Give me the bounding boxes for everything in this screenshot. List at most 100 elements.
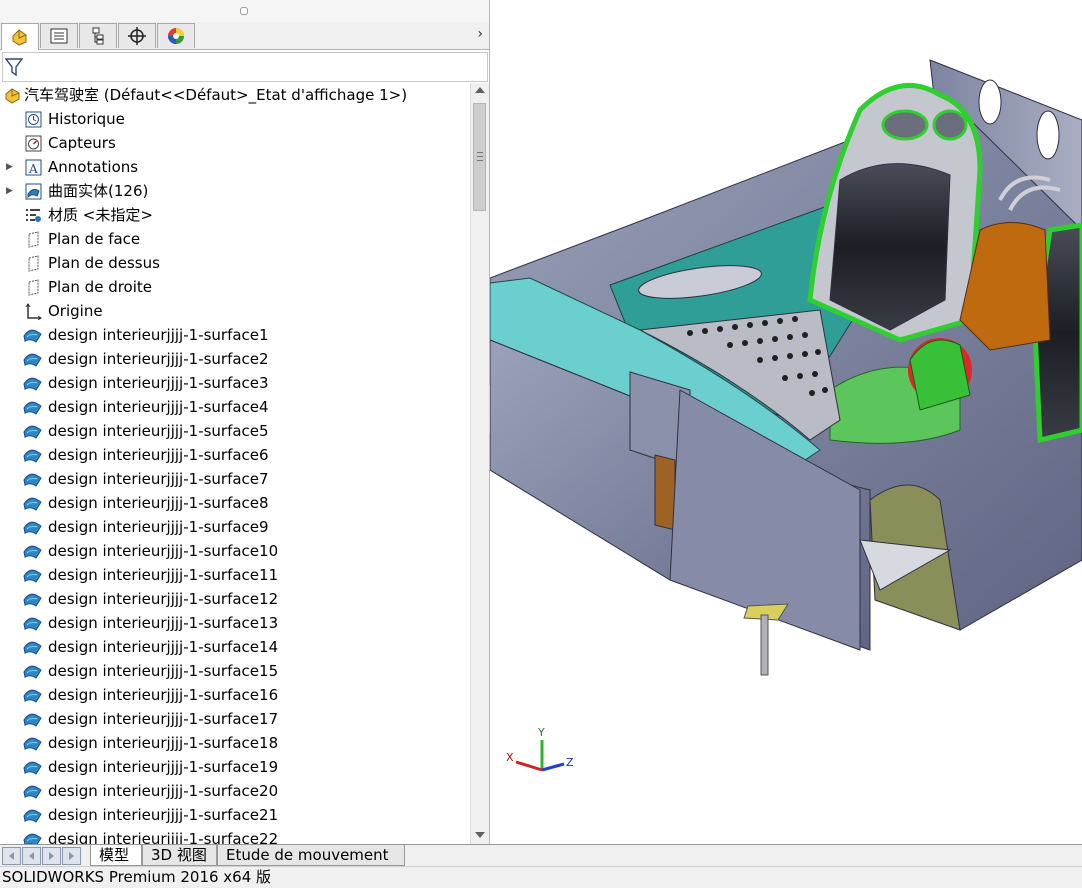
tree-item-label: Annotations	[48, 158, 139, 176]
next-tab-icon[interactable]	[42, 847, 61, 865]
surface-icon	[23, 759, 42, 776]
history-icon	[25, 111, 42, 128]
surface-icon	[23, 351, 42, 368]
surface-icon	[23, 375, 42, 392]
tree-item-label: design interieurjjjj-1-surface21	[48, 806, 279, 824]
feature-manager-icon	[12, 29, 27, 46]
cockpit-model-3d[interactable]: Y X Z	[490, 0, 1082, 844]
material-icon	[25, 207, 42, 224]
dimxpert-icon	[128, 27, 146, 45]
tab-model[interactable]: 模型	[90, 845, 142, 866]
panel-grip[interactable]	[0, 0, 489, 22]
surface-icon	[23, 807, 42, 824]
tree-item-label: Historique	[48, 110, 125, 128]
sensor-icon	[25, 135, 42, 152]
surface-icon	[23, 567, 42, 584]
tree-item-label: design interieurjjjj-1-surface11	[48, 566, 279, 584]
surface-icon	[23, 471, 42, 488]
surface-icon	[23, 831, 42, 844]
tree-item-label: design interieurjjjj-1-surface19	[48, 758, 279, 776]
surface-icon	[23, 423, 42, 440]
surface-icon	[23, 663, 42, 680]
tree-item-label: design interieurjjjj-1-surface8	[48, 494, 269, 512]
tree-item-label: 材质 <未指定>	[48, 206, 153, 224]
tree-filter-bar[interactable]	[2, 52, 488, 82]
surface-icon	[23, 591, 42, 608]
tree-item-label: design interieurjjjj-1-surface12	[48, 590, 279, 608]
surface-bodies-icon	[25, 183, 42, 200]
tree-item-label: 汽车驾驶室 (Défaut<<Défaut>_Etat d'affichage …	[24, 86, 408, 104]
tree-item-label: Capteurs	[48, 134, 116, 152]
feature-tree: 汽车驾驶室 (Défaut<<Défaut>_Etat d'affichage …	[0, 83, 470, 844]
surface-icon	[23, 735, 42, 752]
configuration-manager-icon	[92, 27, 104, 45]
surface-icon	[23, 615, 42, 632]
tree-item-label: design interieurjjjj-1-surface3	[48, 374, 269, 392]
tree-item-label: Plan de face	[48, 230, 141, 248]
property-manager-icon	[50, 28, 68, 44]
first-tab-icon[interactable]	[2, 847, 21, 865]
tree-item-label: design interieurjjjj-1-surface14	[48, 638, 279, 656]
surface-icon	[23, 639, 42, 656]
tab-property-manager[interactable]	[40, 23, 78, 48]
plane-icon	[25, 279, 42, 296]
expand-arrow-icon[interactable]: ▶	[6, 155, 13, 179]
tree-item-label: design interieurjjjj-1-surface10	[48, 542, 279, 560]
tree-item-label: design interieurjjjj-1-surface6	[48, 446, 269, 464]
scroll-thumb[interactable]	[473, 103, 486, 211]
tree-item-label: design interieurjjjj-1-surface2	[48, 350, 269, 368]
graphics-area[interactable]: Y X Z	[490, 0, 1082, 844]
tree-item-label: design interieurjjjj-1-surface15	[48, 662, 279, 680]
surface-icon	[23, 519, 42, 536]
tree-scrollbar[interactable]	[470, 83, 489, 844]
tab-dimxpert[interactable]	[118, 23, 156, 48]
filter-icon[interactable]	[5, 57, 23, 77]
tab-3d-view[interactable]: 3D 视图	[142, 845, 217, 866]
tab-scroll-right-icon[interactable]: ›	[477, 26, 483, 42]
triad-y-label: Y	[537, 726, 545, 739]
display-manager-icon	[168, 28, 184, 44]
surface-icon	[23, 447, 42, 464]
surface-icon	[23, 327, 42, 344]
tree-item-label: Origine	[48, 302, 103, 320]
triad-z-label: Z	[566, 756, 574, 769]
tree-item-label: 曲面实体(126)	[48, 182, 149, 200]
tree-item-label: Plan de droite	[48, 278, 153, 296]
tree-item-label: design interieurjjjj-1-surface7	[48, 470, 269, 488]
annotations-icon: A	[25, 159, 42, 176]
surface-icon	[23, 495, 42, 512]
surface-icon	[23, 543, 42, 560]
tab-feature-manager[interactable]	[1, 23, 39, 50]
scroll-down-icon[interactable]	[475, 832, 485, 838]
surface-icon	[23, 783, 42, 800]
prev-tab-icon[interactable]	[22, 847, 41, 865]
surface-icon	[23, 711, 42, 728]
last-tab-icon[interactable]	[62, 847, 81, 865]
triad-x-label: X	[506, 751, 514, 764]
tree-item-label: design interieurjjjj-1-surface20	[48, 782, 279, 800]
tree-item-label: Plan de dessus	[48, 254, 160, 272]
expand-arrow-icon[interactable]: ▶	[6, 179, 13, 203]
tab-display-manager[interactable]	[157, 23, 195, 48]
plane-icon	[25, 231, 42, 248]
tree-item-label: design interieurjjjj-1-surface5	[48, 422, 269, 440]
tab-motion-study[interactable]: Etude de mouvement 1	[217, 845, 405, 885]
tree-item-label: design interieurjjjj-1-surface16	[48, 686, 279, 704]
plane-icon	[25, 255, 42, 272]
status-bar: SOLIDWORKS Premium 2016 x64 版	[0, 866, 1082, 888]
tree-item-label: design interieurjjjj-1-surface9	[48, 518, 269, 536]
tree-item-label: design interieurjjjj-1-surface4	[48, 398, 269, 416]
scroll-up-icon[interactable]	[475, 87, 485, 93]
panel-tab-bar: ›	[0, 22, 489, 50]
bottom-tab-bar: 模型 3D 视图 Etude de mouvement 1	[0, 844, 1082, 885]
feature-manager-panel: › 汽车驾驶室 (Défaut<<Défaut>_Etat d'affichag…	[0, 0, 490, 844]
tree-item-label: design interieurjjjj-1-surface1	[48, 326, 269, 344]
tree-item-label: design interieurjjjj-1-surface18	[48, 734, 279, 752]
surface-icon	[23, 687, 42, 704]
origin-icon	[25, 303, 42, 321]
tree-item-label: design interieurjjjj-1-surface13	[48, 614, 279, 632]
surface-icon	[23, 399, 42, 416]
tree-item-label: design interieurjjjj-1-surface22	[48, 830, 279, 844]
tree-item-label: design interieurjjjj-1-surface17	[48, 710, 279, 728]
tab-configuration-manager[interactable]	[79, 23, 117, 48]
